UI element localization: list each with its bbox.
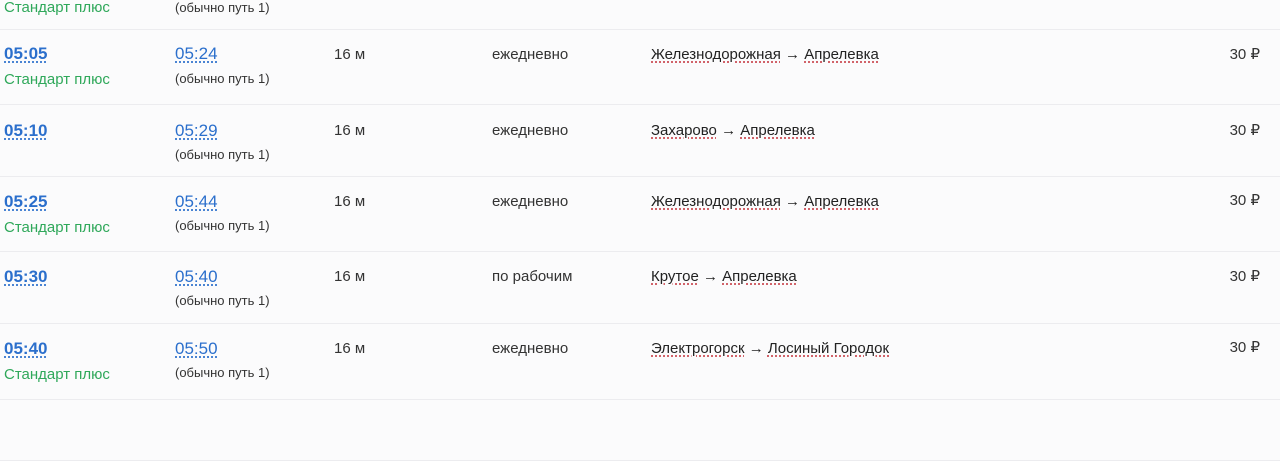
arrival-time-link[interactable]: 05:29 [175, 121, 218, 141]
schedule-table: Стандарт плюс (обычно путь 1) 05:05 Стан… [0, 0, 1280, 461]
route: Железнодорожная → Апрелевка [651, 46, 879, 63]
duration: 16 м [334, 340, 366, 357]
track-note: (обычно путь 1) [175, 365, 270, 380]
route: Захарово → Апрелевка [651, 122, 815, 139]
schedule-days: ежедневно [492, 193, 569, 210]
track-note: (обычно путь 1) [175, 147, 270, 162]
route-from-link[interactable]: Крутое [651, 268, 699, 285]
duration: 16 м [334, 122, 366, 139]
train-type: Стандарт плюс [4, 0, 110, 16]
price: 30 ₽ [1229, 339, 1260, 356]
track-note: (обычно путь 1) [175, 71, 270, 86]
price: 30 ₽ [1229, 46, 1260, 63]
route-arrow: → [702, 268, 723, 285]
arrival-time-link[interactable]: 05:40 [175, 267, 218, 287]
route: Крутое → Апрелевка [651, 268, 797, 285]
track-note: (обычно путь 1) [175, 218, 270, 233]
table-row: 05:25 Стандарт плюс 05:44 (обычно путь 1… [0, 177, 1280, 252]
price: 30 ₽ [1229, 122, 1260, 139]
duration: 16 м [334, 268, 366, 285]
departure-time-link[interactable]: 05:40 [4, 339, 47, 359]
route-from-link[interactable]: Захарово [651, 122, 717, 139]
departure-time-link[interactable]: 05:05 [4, 44, 47, 64]
price: 30 ₽ [1229, 268, 1260, 285]
train-type: Стандарт плюс [4, 71, 110, 88]
route-to-link[interactable]: Апрелевка [740, 122, 815, 139]
table-row [0, 400, 1280, 461]
route: Железнодорожная → Апрелевка [651, 193, 879, 210]
track-note: (обычно путь 1) [175, 293, 270, 308]
schedule-days: по рабочим [492, 268, 573, 285]
route-arrow: → [721, 122, 741, 139]
table-row: 05:10 05:29 (обычно путь 1) 16 м ежеднев… [0, 105, 1280, 177]
route-arrow: → [785, 46, 805, 63]
route: Электрогорск → Лосиный Городок [651, 340, 889, 357]
route-to-link[interactable]: Апрелевка [804, 193, 879, 210]
schedule-days: ежедневно [492, 122, 569, 139]
table-row: 05:05 Стандарт плюс 05:24 (обычно путь 1… [0, 30, 1280, 105]
table-row: Стандарт плюс (обычно путь 1) [0, 0, 1280, 30]
table-row: 05:40 Стандарт плюс 05:50 (обычно путь 1… [0, 324, 1280, 400]
arrival-time-link[interactable]: 05:24 [175, 44, 218, 64]
route-from-link[interactable]: Электрогорск [651, 340, 745, 357]
duration: 16 м [334, 193, 366, 210]
arrival-time-link[interactable]: 05:50 [175, 339, 218, 359]
route-to-link[interactable]: Апрелевка [722, 268, 797, 285]
route-arrow: → [785, 193, 805, 210]
train-type: Стандарт плюс [4, 219, 110, 236]
table-row: 05:30 05:40 (обычно путь 1) 16 м по рабо… [0, 252, 1280, 324]
departure-time-link[interactable]: 05:10 [4, 121, 47, 141]
departure-time-link[interactable]: 05:25 [4, 192, 47, 212]
route-from-link[interactable]: Железнодорожная [651, 193, 781, 210]
price: 30 ₽ [1229, 192, 1260, 209]
duration: 16 м [334, 46, 366, 63]
route-from-link[interactable]: Железнодорожная [651, 46, 781, 63]
track-note: (обычно путь 1) [175, 0, 270, 15]
route-to-link[interactable]: Апрелевка [804, 46, 879, 63]
arrival-time-link[interactable]: 05:44 [175, 192, 218, 212]
train-type: Стандарт плюс [4, 366, 110, 383]
schedule-days: ежедневно [492, 340, 569, 357]
route-arrow: → [748, 340, 768, 357]
departure-time-link[interactable]: 05:30 [4, 267, 47, 287]
schedule-days: ежедневно [492, 46, 569, 63]
route-to-link[interactable]: Лосиный Городок [768, 340, 889, 357]
